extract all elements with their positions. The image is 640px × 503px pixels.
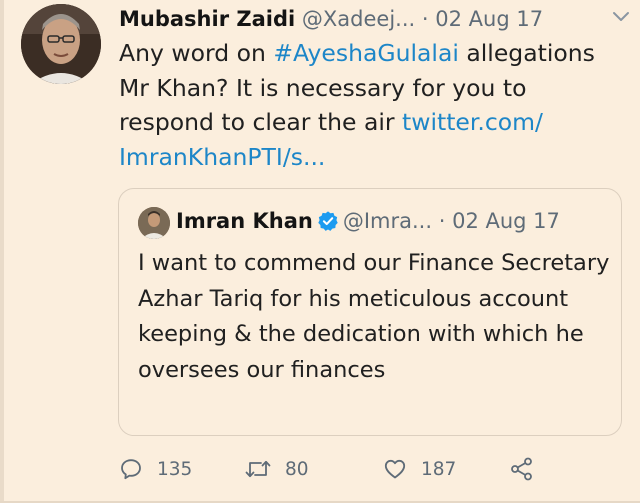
quoted-tweet-header: Imran Khan @Imra... · 02 Aug 17 [176, 205, 616, 237]
share-icon [511, 457, 532, 481]
verified-badge-icon [318, 211, 338, 231]
share-button[interactable] [509, 452, 549, 486]
quoted-header-separator: · [438, 209, 446, 233]
quoted-author-avatar[interactable] [138, 207, 170, 239]
like-button[interactable]: 187 [383, 452, 456, 486]
like-icon [384, 459, 406, 479]
tweet-header: Mubashir Zaidi @Xadeej... · 02 Aug 17 [119, 4, 629, 34]
reply-icon [121, 459, 141, 480]
retweet-count: 80 [285, 458, 309, 480]
quoted-tweet-date[interactable]: 02 Aug 17 [452, 209, 560, 233]
reply-button[interactable]: 135 [119, 452, 192, 486]
like-count: 187 [421, 458, 457, 480]
left-edge-divider [0, 0, 4, 503]
tweet-date[interactable]: 02 Aug 17 [435, 7, 543, 31]
quoted-tweet-card[interactable]: Imran Khan @Imra... · 02 Aug 17 I want t… [118, 188, 622, 436]
author-avatar[interactable] [21, 4, 101, 84]
hashtag-link[interactable]: #AyeshaGulalai [273, 39, 459, 67]
quoted-author-handle[interactable]: @Imra... [343, 209, 432, 233]
author-name[interactable]: Mubashir Zaidi [119, 7, 295, 31]
tweet-text: Any word on #AyeshaGulalai allegations M… [119, 36, 624, 174]
tweet-text-part: Any word on [119, 39, 274, 67]
quoted-tweet-text: I want to commend our Finance Secretary … [138, 250, 610, 383]
quoted-author-name[interactable]: Imran Khan [176, 209, 313, 233]
author-handle[interactable]: @Xadeej... [302, 7, 415, 31]
retweet-icon [245, 460, 271, 478]
tweet-actions: 135 80 187 [119, 452, 639, 486]
retweet-button[interactable]: 80 [245, 452, 309, 486]
reply-count: 135 [157, 458, 193, 480]
chevron-down-icon[interactable] [610, 5, 632, 27]
header-separator: · [421, 7, 429, 31]
